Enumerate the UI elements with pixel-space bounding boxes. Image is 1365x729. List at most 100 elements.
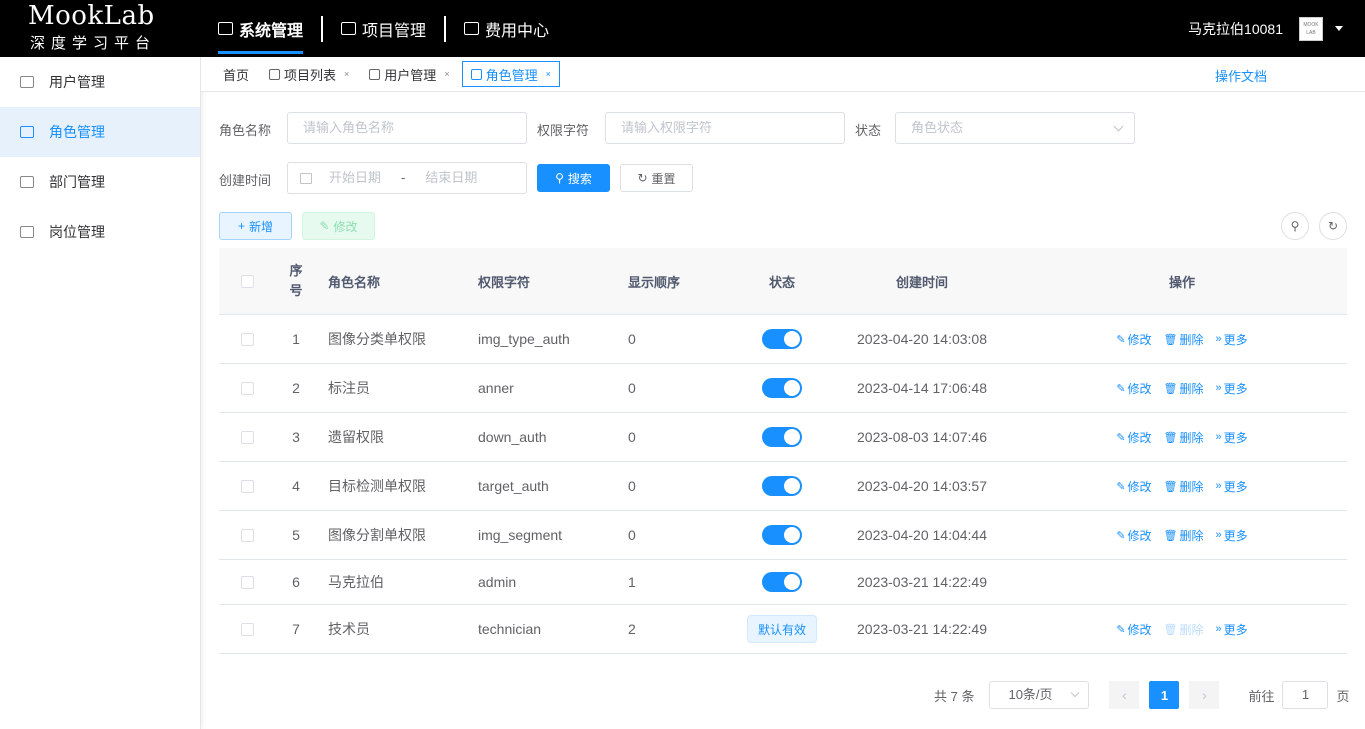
- topnav-billing[interactable]: 费用中心: [464, 0, 549, 57]
- sidebar-item-roles[interactable]: 角色管理: [0, 107, 200, 157]
- row-checkbox[interactable]: [240, 332, 254, 346]
- page-number[interactable]: 1: [1149, 681, 1180, 709]
- post-icon: [20, 226, 34, 238]
- select-all-checkbox[interactable]: [240, 274, 254, 288]
- table-body: 1 图像分类单权限 img_type_auth 0 2023-04-20 14:03:0…: [219, 315, 1347, 654]
- close-icon[interactable]: ×: [344, 69, 349, 79]
- next-page-button[interactable]: ›: [1189, 681, 1220, 709]
- row-edit-button[interactable]: ✎ 修改: [1116, 478, 1151, 495]
- sidebar-item-label: 用户管理: [49, 74, 105, 90]
- end-date-input[interactable]: 结束日期: [425, 163, 477, 193]
- role-name-input[interactable]: 请输入角色名称: [287, 112, 527, 144]
- date-range-picker[interactable]: 开始日期 - 结束日期: [287, 162, 527, 194]
- row-more-button[interactable]: » 更多: [1216, 429, 1248, 446]
- logo[interactable]: MookLab 深度学习平台: [28, 2, 178, 53]
- sidebar-item-depts[interactable]: 部门管理: [0, 157, 200, 207]
- role-icon: [470, 68, 482, 80]
- status-switch[interactable]: [762, 378, 802, 398]
- row-more-button[interactable]: » 更多: [1216, 527, 1248, 544]
- divider: [444, 15, 447, 42]
- row-index: 4: [292, 478, 300, 494]
- reset-button[interactable]: ↻ 重置: [620, 164, 693, 192]
- row-delete-button[interactable]: 🗑 删除: [1164, 621, 1204, 638]
- tab-roles[interactable]: 角色管理 ×: [461, 61, 560, 87]
- close-icon[interactable]: ×: [546, 69, 551, 79]
- search-button[interactable]: ⚲ 搜索: [537, 164, 610, 192]
- prev-page-button[interactable]: ‹: [1109, 681, 1140, 709]
- status-switch[interactable]: [762, 572, 802, 592]
- avatar[interactable]: MOOK LAB: [1299, 16, 1323, 41]
- tab-home[interactable]: 首页: [215, 61, 257, 87]
- status-switch[interactable]: [762, 476, 802, 496]
- row-edit-button[interactable]: ✎ 修改: [1116, 621, 1151, 638]
- row-edit-button[interactable]: ✎ 修改: [1116, 380, 1151, 397]
- status-switch[interactable]: [762, 427, 802, 447]
- row-delete-button[interactable]: 🗑 删除: [1164, 331, 1204, 348]
- row-order: 0: [628, 527, 636, 543]
- row-checkbox[interactable]: [240, 479, 254, 493]
- row-more-button[interactable]: » 更多: [1216, 478, 1248, 495]
- sidebar-item-users[interactable]: 用户管理: [0, 57, 200, 107]
- trash-icon: 🗑: [1163, 431, 1178, 444]
- row-more-button[interactable]: » 更多: [1216, 380, 1248, 397]
- row-edit-label: 修改: [1127, 479, 1152, 494]
- row-checkbox[interactable]: [240, 622, 254, 636]
- toggle-search-button[interactable]: ⚲: [1281, 212, 1309, 240]
- topnav-label: 费用中心: [485, 22, 550, 40]
- caret-down-icon[interactable]: [1335, 26, 1343, 31]
- goto-page-input[interactable]: 1: [1282, 681, 1329, 709]
- row-more-label: 更多: [1223, 381, 1248, 396]
- double-chevron-right-icon: »: [1215, 382, 1222, 394]
- row-delete-button[interactable]: 🗑 删除: [1164, 527, 1204, 544]
- close-icon[interactable]: ×: [444, 69, 449, 79]
- sidebar-item-posts[interactable]: 岗位管理: [0, 207, 200, 257]
- role-key-input[interactable]: 请输入权限字符: [605, 112, 845, 144]
- row-checkbox-cell: [219, 332, 275, 346]
- refresh-icon: ↻: [1327, 219, 1339, 233]
- refresh-button[interactable]: ↻: [1319, 212, 1347, 240]
- tab-project-list[interactable]: 项目列表 ×: [261, 61, 357, 87]
- row-delete-button[interactable]: 🗑 删除: [1164, 478, 1204, 495]
- chevron-left-icon: ‹: [1122, 687, 1127, 703]
- pagination-total: 共 7 条: [934, 688, 975, 704]
- trash-icon: 🗑: [1163, 623, 1178, 636]
- row-more-button[interactable]: » 更多: [1216, 621, 1248, 638]
- row-checkbox[interactable]: [240, 381, 254, 395]
- add-button-label: 新增: [249, 219, 274, 234]
- doc-link[interactable]: 操作文档: [1215, 66, 1267, 85]
- topnav-system[interactable]: 系统管理: [218, 0, 304, 57]
- add-button[interactable]: + 新增: [219, 212, 292, 240]
- row-delete-button[interactable]: 🗑 删除: [1164, 380, 1204, 397]
- row-delete-button[interactable]: 🗑 删除: [1164, 429, 1204, 446]
- row-delete-label: 删除: [1179, 332, 1204, 347]
- wallet-icon: [464, 22, 480, 35]
- status-select[interactable]: 角色状态: [895, 112, 1135, 144]
- status-switch[interactable]: [762, 525, 802, 545]
- tab-users[interactable]: 用户管理 ×: [361, 61, 457, 87]
- edit-icon: ✎: [1116, 529, 1126, 542]
- topnav-project[interactable]: 项目管理: [341, 0, 426, 57]
- page-size-select[interactable]: 10条/页: [989, 681, 1090, 709]
- row-edit-button[interactable]: ✎ 修改: [1116, 429, 1151, 446]
- role-key-label: 权限字符: [537, 123, 590, 138]
- status-label: 状态: [855, 123, 882, 138]
- edit-button[interactable]: ✎ 修改: [302, 212, 375, 240]
- row-edit-button[interactable]: ✎ 修改: [1116, 331, 1151, 348]
- start-date-input[interactable]: 开始日期: [329, 163, 381, 193]
- status-switch[interactable]: [762, 329, 802, 349]
- row-checkbox[interactable]: [240, 575, 254, 589]
- header-index-1: 序: [289, 263, 303, 278]
- row-checkbox-cell: [219, 575, 275, 589]
- row-checkbox[interactable]: [240, 430, 254, 444]
- row-edit-button[interactable]: ✎ 修改: [1116, 527, 1151, 544]
- table-row: 7 技术员 technician 2 默认有效 2023-03-21 14:22:49 ✎ 修…: [219, 605, 1347, 654]
- row-edit-label: 修改: [1127, 381, 1152, 396]
- row-created-time: 2023-08-03 14:07:46: [857, 429, 987, 445]
- calendar-icon: [300, 172, 312, 184]
- user-icon: [369, 68, 381, 80]
- refresh-icon: ↻: [637, 171, 648, 185]
- row-checkbox[interactable]: [240, 528, 254, 542]
- row-more-button[interactable]: » 更多: [1216, 331, 1248, 348]
- row-status: [737, 427, 827, 447]
- user-menu[interactable]: 马克拉伯10081 MOOK LAB: [1188, 0, 1343, 57]
